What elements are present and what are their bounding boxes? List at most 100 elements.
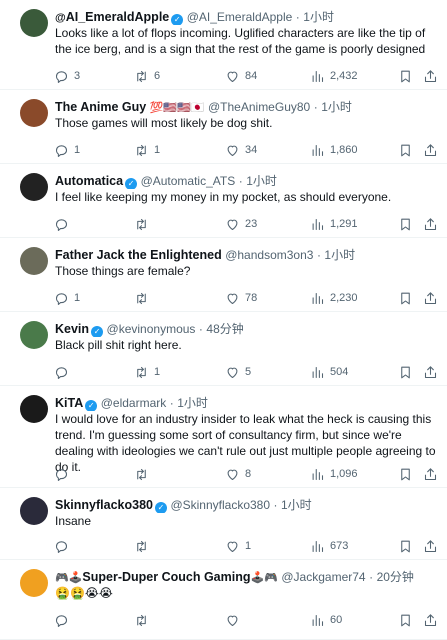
name-prefix-emoji: @: [55, 12, 66, 24]
display-name[interactable]: KiTA: [55, 396, 83, 410]
reposts-count: 1: [154, 366, 161, 378]
avatar[interactable]: [20, 9, 48, 37]
share-button[interactable]: [423, 612, 438, 628]
display-name[interactable]: Kevin: [55, 322, 89, 336]
reply-button[interactable]: 1: [54, 290, 80, 306]
tweet[interactable]: Father Jack the Enlightened @handsom3on3…: [0, 238, 447, 312]
repost-button[interactable]: [134, 466, 154, 482]
repost-button[interactable]: [134, 290, 154, 306]
reply-button[interactable]: [54, 612, 74, 628]
views-icon: [310, 143, 325, 158]
avatar[interactable]: [20, 569, 48, 597]
reply-icon: [54, 467, 69, 482]
reply-button[interactable]: 3: [54, 68, 80, 84]
handle[interactable]: @kevinonymous: [107, 322, 196, 336]
bookmark-button[interactable]: [398, 290, 413, 306]
timestamp[interactable]: 1小时: [246, 174, 277, 188]
display-name[interactable]: Super-Duper Couch Gaming: [82, 570, 250, 584]
like-button[interactable]: 78: [225, 290, 257, 306]
bookmark-button[interactable]: [398, 142, 413, 158]
timestamp[interactable]: 20分钟: [377, 570, 414, 584]
avatar[interactable]: [20, 173, 48, 201]
like-button[interactable]: 84: [225, 68, 257, 84]
reply-button[interactable]: 1: [54, 142, 80, 158]
views-button[interactable]: 1,096: [310, 466, 358, 482]
like-button[interactable]: 34: [225, 142, 257, 158]
share-button[interactable]: [423, 466, 438, 482]
handle[interactable]: @Automatic_ATS: [141, 174, 236, 188]
avatar[interactable]: [20, 247, 48, 275]
bookmark-button[interactable]: [398, 68, 413, 84]
views-button[interactable]: 673: [310, 538, 348, 554]
handle[interactable]: @eldarmark: [101, 396, 167, 410]
like-button[interactable]: 1: [225, 538, 251, 554]
display-name[interactable]: Father Jack the Enlightened: [55, 248, 222, 262]
share-button[interactable]: [423, 68, 438, 84]
avatar[interactable]: [20, 321, 48, 349]
tweet[interactable]: KiTA ✓ @eldarmark · 1小时 I would love for a…: [0, 386, 447, 488]
like-button[interactable]: 23: [225, 216, 257, 232]
bookmark-button[interactable]: [398, 466, 413, 482]
heart-icon: [225, 365, 240, 380]
repost-button[interactable]: 1: [134, 364, 160, 380]
separator-dot: ·: [313, 100, 318, 114]
bookmark-button[interactable]: [398, 364, 413, 380]
share-icon: [423, 217, 438, 232]
views-button[interactable]: 1,291: [310, 216, 358, 232]
like-button[interactable]: 5: [225, 364, 251, 380]
tweet[interactable]: Skinnyflacko380 ✓ @Skinnyflacko380 · 1小时 I…: [0, 488, 447, 560]
handle[interactable]: @TheAnimeGuy80: [208, 100, 310, 114]
display-name[interactable]: The Anime Guy: [55, 100, 146, 114]
share-icon: [423, 365, 438, 380]
views-button[interactable]: 2,230: [310, 290, 358, 306]
tweet[interactable]: Kevin ✓ @kevinonymous · 48分钟 Black pill sh…: [0, 312, 447, 386]
bookmark-button[interactable]: [398, 538, 413, 554]
timestamp[interactable]: 1小时: [324, 248, 355, 262]
repost-button[interactable]: [134, 612, 154, 628]
views-button[interactable]: 2,432: [310, 68, 358, 84]
avatar[interactable]: [20, 99, 48, 127]
tweet[interactable]: @AI_EmeraldApple ✓ @AI_EmeraldApple · 1小时…: [0, 0, 447, 90]
share-button[interactable]: [423, 290, 438, 306]
views-icon: [310, 539, 325, 554]
like-button[interactable]: [225, 612, 245, 628]
repost-button[interactable]: [134, 216, 154, 232]
reply-button[interactable]: [54, 466, 74, 482]
tweet-header: Kevin ✓ @kevinonymous · 48分钟: [55, 321, 437, 337]
display-name[interactable]: Automatica: [55, 174, 123, 188]
handle[interactable]: @Jackgamer74: [281, 570, 365, 584]
share-button[interactable]: [423, 538, 438, 554]
reply-button[interactable]: [54, 364, 74, 380]
bookmark-button[interactable]: [398, 612, 413, 628]
timestamp[interactable]: 48分钟: [206, 322, 243, 336]
repost-button[interactable]: 1: [134, 142, 160, 158]
display-name[interactable]: AI_EmeraldApple: [66, 10, 170, 24]
views-button[interactable]: 504: [310, 364, 348, 380]
handle[interactable]: @Skinnyflacko380: [170, 498, 270, 512]
reply-button[interactable]: [54, 216, 74, 232]
tweet[interactable]: The Anime Guy 💯🇺🇸🇺🇸🇯🇵 @TheAnimeGuy80 · 1…: [0, 90, 447, 164]
share-button[interactable]: [423, 142, 438, 158]
share-button[interactable]: [423, 216, 438, 232]
timestamp[interactable]: 1小时: [177, 396, 208, 410]
timestamp[interactable]: 1小时: [303, 10, 334, 24]
reply-button[interactable]: [54, 538, 74, 554]
avatar[interactable]: [20, 497, 48, 525]
action-bar: 1 78 2,230: [52, 290, 437, 306]
repost-button[interactable]: 6: [134, 68, 160, 84]
repost-button[interactable]: [134, 538, 154, 554]
timestamp[interactable]: 1小时: [281, 498, 312, 512]
display-name[interactable]: Skinnyflacko380: [55, 498, 153, 512]
share-button[interactable]: [423, 364, 438, 380]
bookmark-button[interactable]: [398, 216, 413, 232]
timestamp[interactable]: 1小时: [321, 100, 352, 114]
tweet[interactable]: 🎮🕹️Super-Duper Couch Gaming🕹️🎮 @Jackgame…: [0, 560, 447, 640]
views-button[interactable]: 60: [310, 612, 342, 628]
tweet[interactable]: Automatica ✓ @Automatic_ATS · 1小时 I feel l…: [0, 164, 447, 238]
views-button[interactable]: 1,860: [310, 142, 358, 158]
like-button[interactable]: 8: [225, 466, 251, 482]
share-icon: [423, 143, 438, 158]
avatar[interactable]: [20, 395, 48, 423]
handle[interactable]: @handsom3on3: [225, 248, 313, 262]
handle[interactable]: @AI_EmeraldApple: [187, 10, 293, 24]
